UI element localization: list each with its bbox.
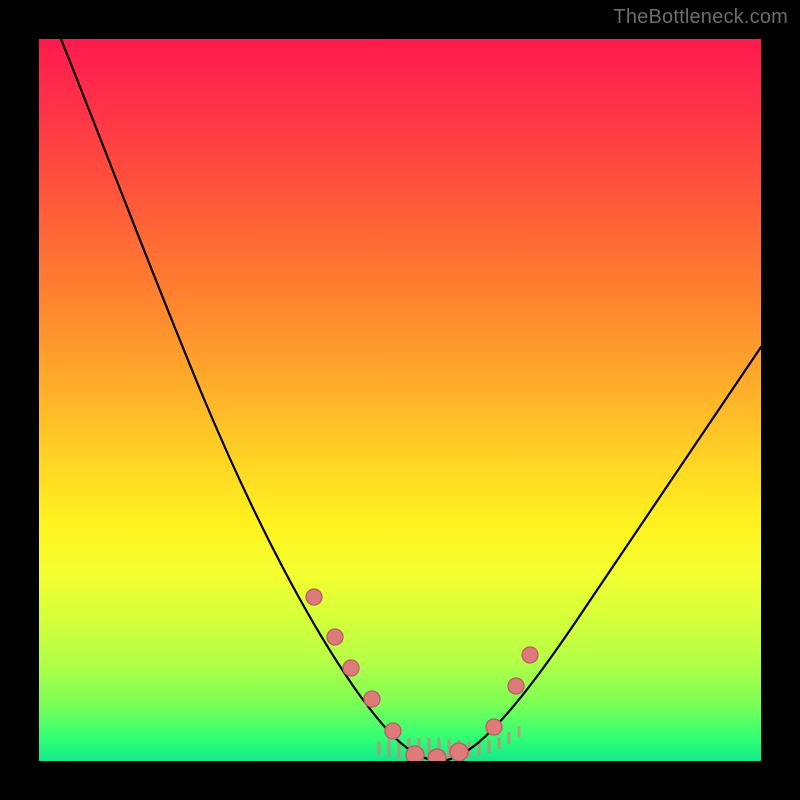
bottleneck-curve-svg bbox=[39, 39, 761, 761]
chart-frame: TheBottleneck.com bbox=[0, 0, 800, 800]
watermark-text: TheBottleneck.com bbox=[613, 6, 788, 29]
highlight-dots bbox=[306, 589, 538, 761]
bottleneck-curve bbox=[61, 39, 761, 761]
plot-area bbox=[39, 39, 761, 761]
